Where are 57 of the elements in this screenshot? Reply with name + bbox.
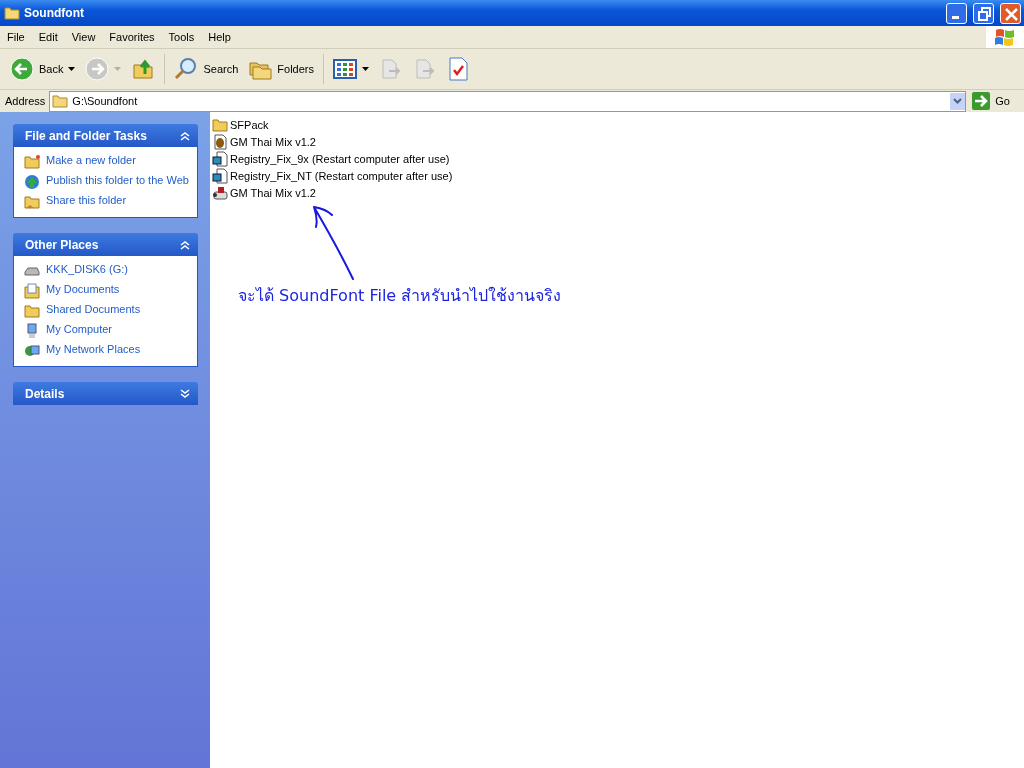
folders-button[interactable]: Folders <box>244 55 318 83</box>
close-button[interactable] <box>1000 2 1021 24</box>
folder-content-entry[interactable]: SFPack <box>212 116 269 133</box>
address-label: Address <box>5 95 46 107</box>
checkmark-document-icon <box>447 57 469 81</box>
copy-icon <box>413 57 437 81</box>
task-link[interactable]: My Network Places <box>46 343 141 356</box>
panel-header[interactable]: File and Folder Tasks <box>13 124 198 147</box>
minimize-button[interactable] <box>946 2 967 24</box>
menu-item[interactable]: File <box>0 31 32 43</box>
right-arrow-icon <box>972 92 991 110</box>
caret-icon <box>114 67 122 71</box>
views-icon <box>333 58 357 80</box>
address-field[interactable]: G:\Soundfont <box>49 90 967 112</box>
folder-icon <box>52 94 69 108</box>
go-button[interactable]: Go <box>970 92 1022 110</box>
menu-item[interactable]: Favorites <box>102 31 162 43</box>
new-folder-icon <box>24 154 40 170</box>
folder-content-entry[interactable]: GM Thai Mix v1.2 <box>212 184 316 201</box>
minimize-icon <box>952 15 959 19</box>
globe-icon <box>24 174 40 190</box>
task-link[interactable]: Publish this folder to the Web <box>46 174 189 187</box>
window-title: Soundfont <box>24 6 84 20</box>
search-button[interactable]: Search <box>170 55 243 83</box>
folder-icon <box>24 303 40 319</box>
panel-header[interactable]: Details <box>13 382 198 405</box>
task-link[interactable]: My Computer <box>46 323 113 336</box>
back-button[interactable]: Back <box>6 55 80 83</box>
folder-content-entry[interactable]: Registry_Fix_NT (Restart computer after use) <box>212 167 453 184</box>
folder-icon <box>4 6 20 20</box>
menu-item[interactable]: View <box>64 31 103 43</box>
folder-icon <box>212 116 228 133</box>
task-link[interactable]: KKK_DISK6 (G:) <box>46 263 128 276</box>
task-link[interactable]: Make a new folder <box>46 154 136 167</box>
menu-item[interactable]: Tools <box>161 31 202 43</box>
flag-logo <box>986 26 1024 48</box>
panel-header[interactable]: Other Places <box>13 233 198 256</box>
restore-button[interactable] <box>973 2 994 24</box>
documents-icon <box>24 283 40 299</box>
computer-icon <box>24 323 40 339</box>
network-icon <box>24 343 40 359</box>
task-link[interactable]: Shared Documents <box>46 303 141 316</box>
menu-item[interactable]: Help <box>201 31 238 43</box>
caret-icon <box>362 67 369 71</box>
folder-up-icon <box>131 57 156 81</box>
caret-icon <box>68 67 76 71</box>
annotation-text: จะได้ SoundFont File สำหรับนำไปใช้งานจริง <box>238 285 562 307</box>
folder-content-entry[interactable]: Registry_Fix_9x (Restart computer after use) <box>212 150 450 167</box>
shared-folder-icon <box>24 194 40 210</box>
task-link[interactable]: My Documents <box>46 283 120 296</box>
search-icon <box>174 57 199 81</box>
chevron-down-icon <box>953 98 963 104</box>
move-icon <box>379 57 403 81</box>
dropdown-button[interactable] <box>950 92 966 110</box>
menu-item[interactable]: Edit <box>31 31 65 43</box>
folder-content-entry[interactable]: GM Thai Mix v1.2 <box>212 133 316 150</box>
task-link[interactable]: Share this folder <box>46 194 127 207</box>
